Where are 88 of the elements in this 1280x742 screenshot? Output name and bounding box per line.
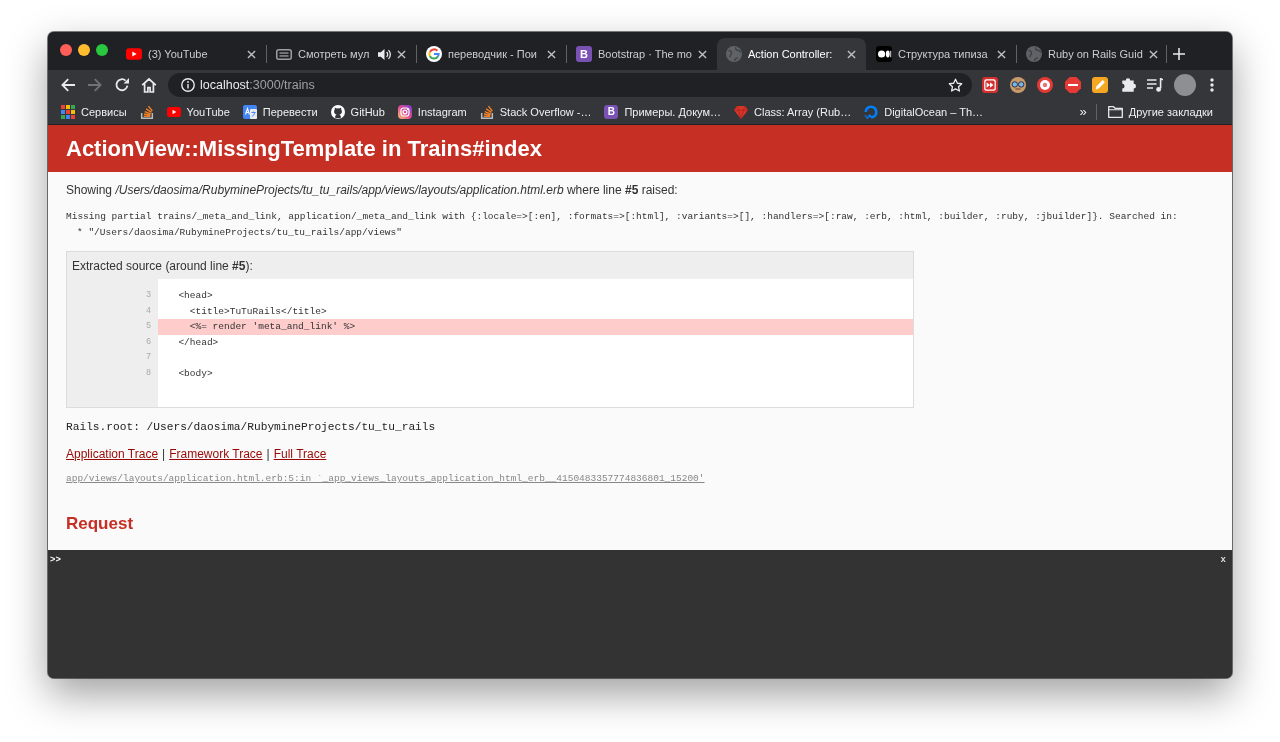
line-number: 7 xyxy=(145,351,151,364)
glasses-icon[interactable] xyxy=(1009,77,1026,93)
info-icon[interactable] xyxy=(181,78,195,92)
error-summary: Showing /Users/daosima/RubymineProjects/tu_tu_rails/app/views/layouts/application.html.erb where line #5 raised: xyxy=(66,182,678,198)
letter-logo: B xyxy=(604,105,619,119)
letter-logo: B xyxy=(576,46,592,62)
bookmark[interactable]: DigitalOcean – Th… xyxy=(859,102,989,122)
close-icon[interactable] xyxy=(697,49,707,59)
line-number: 8 xyxy=(145,366,151,380)
source-title: Extracted source (around line #5): xyxy=(72,258,253,273)
line-number: 4 xyxy=(145,304,151,318)
bookmarks-overflow-button[interactable]: » xyxy=(1074,102,1092,122)
window-zoom-button[interactable] xyxy=(96,44,108,56)
window-close-button[interactable] xyxy=(60,44,72,56)
menu-icon[interactable] xyxy=(1210,78,1214,92)
address-bar[interactable]: localhost:3000/trains xyxy=(168,73,972,97)
home-icon[interactable] xyxy=(141,77,157,93)
close-icon[interactable] xyxy=(1148,49,1158,59)
window-minimize-button[interactable] xyxy=(78,44,90,56)
globe-icon xyxy=(726,46,742,62)
trace-link[interactable]: Application Trace xyxy=(66,446,159,462)
error-message: Missing partial trains/_meta_and_link, application/_meta_and_link with {:locale=>[:en], :formats=>[:html], :variants=>[], :handlers=>[:raw, :erb, :html, :builder, :ruby, :jbuilder]}. Searched in: xyxy=(66,210,1178,224)
two-dots-icon xyxy=(876,46,892,62)
other-bookmarks-folder[interactable]: Другие закладки xyxy=(1102,102,1218,122)
play-logo-icon xyxy=(166,107,181,117)
line-number: 3 xyxy=(145,289,151,302)
close-icon[interactable] xyxy=(247,49,256,59)
apps-grid-icon xyxy=(61,105,75,119)
stacked-tray-icon xyxy=(479,105,494,119)
pencil-icon[interactable] xyxy=(1092,77,1108,93)
trace-link[interactable]: Framework Trace xyxy=(169,446,263,462)
bookmark[interactable]: Instagram xyxy=(392,102,472,122)
outlined-rect-icon xyxy=(276,48,292,60)
close-icon[interactable] xyxy=(847,49,856,59)
close-icon[interactable] xyxy=(997,49,1006,59)
browser-tab[interactable]: (3) YouTube xyxy=(117,38,266,70)
bookmark[interactable]: Сервисы xyxy=(56,102,132,122)
line-number: 6 xyxy=(145,335,151,349)
globe-icon xyxy=(1026,46,1042,62)
line-number: 5 xyxy=(145,320,151,333)
bookmark[interactable]: Перевести xyxy=(237,102,323,122)
trace-line-link[interactable]: app/views/layouts/application.html.erb:5:in `_app_views_layouts_application_html_erb__4150483357774836801_15200' xyxy=(66,472,705,486)
back-icon[interactable] xyxy=(60,77,76,93)
code-line: <title>TuTuRails</title> xyxy=(188,304,328,319)
browser-tab[interactable]: переводчик - Пои xyxy=(417,38,566,70)
fast-forward-icon[interactable] xyxy=(982,77,998,93)
browser-tab[interactable]: Структура типиза xyxy=(867,38,1016,70)
speaker-icon[interactable] xyxy=(378,47,391,61)
trace-link[interactable]: Full Trace xyxy=(273,446,327,462)
search-path: * "/Users/daosima/RubymineProjects/tu_tu_rails/app/views" xyxy=(76,226,402,240)
bookmark[interactable]: Class: Array (Rub… xyxy=(729,102,857,122)
rails-root-path: Rails.root: /Users/daosima/RubymineProjects/tu_tu_rails xyxy=(66,420,436,435)
octagon-icon[interactable] xyxy=(1064,77,1081,93)
browser-tab[interactable]: Action Controller: xyxy=(717,38,866,70)
cat-logo-icon xyxy=(330,105,345,119)
code-line: <head> xyxy=(177,289,214,303)
camera-icon xyxy=(397,105,412,119)
partial-ring-icon xyxy=(864,105,879,119)
section-heading: Request xyxy=(66,514,134,534)
star-icon[interactable] xyxy=(948,77,963,93)
puzzle-icon[interactable] xyxy=(1119,78,1136,92)
translate-icon xyxy=(242,105,257,119)
close-icon[interactable] xyxy=(547,49,556,59)
code-line: <body> xyxy=(177,366,214,381)
link-separator: | xyxy=(162,446,166,462)
bookmark[interactable]: Stack Overflow -… xyxy=(474,102,597,122)
folder-icon xyxy=(1107,106,1123,118)
gem-icon xyxy=(734,105,748,119)
playlist-icon[interactable] xyxy=(1147,78,1163,92)
reload-icon[interactable] xyxy=(114,77,130,93)
link-separator: | xyxy=(266,446,270,462)
bookmark[interactable]: YouTube xyxy=(161,102,235,122)
error-title: ActionView::MissingTemplate in Trains#index xyxy=(66,135,542,162)
bookmark[interactable]: GitHub xyxy=(325,102,390,122)
bookmark[interactable]: B Примеры. Докум… xyxy=(599,102,726,122)
multicolor-logo-icon xyxy=(426,46,442,62)
code-line: </head> xyxy=(177,335,220,350)
close-icon[interactable] xyxy=(397,49,406,59)
console-prompt: >> xyxy=(50,555,61,566)
play-logo-icon xyxy=(126,48,142,60)
browser-tab[interactable]: Смотреть мул xyxy=(267,38,416,70)
console-close-button[interactable]: x xyxy=(1220,555,1226,566)
profile-avatar[interactable] xyxy=(1174,74,1196,96)
stacked-tray-icon xyxy=(139,105,154,119)
browser-tab[interactable]: B Bootstrap · The mo xyxy=(567,38,716,70)
browser-tab[interactable]: Ruby on Rails Guid xyxy=(1017,38,1166,70)
target-icon[interactable] xyxy=(1037,77,1053,93)
new-tab-icon[interactable] xyxy=(1173,48,1185,60)
